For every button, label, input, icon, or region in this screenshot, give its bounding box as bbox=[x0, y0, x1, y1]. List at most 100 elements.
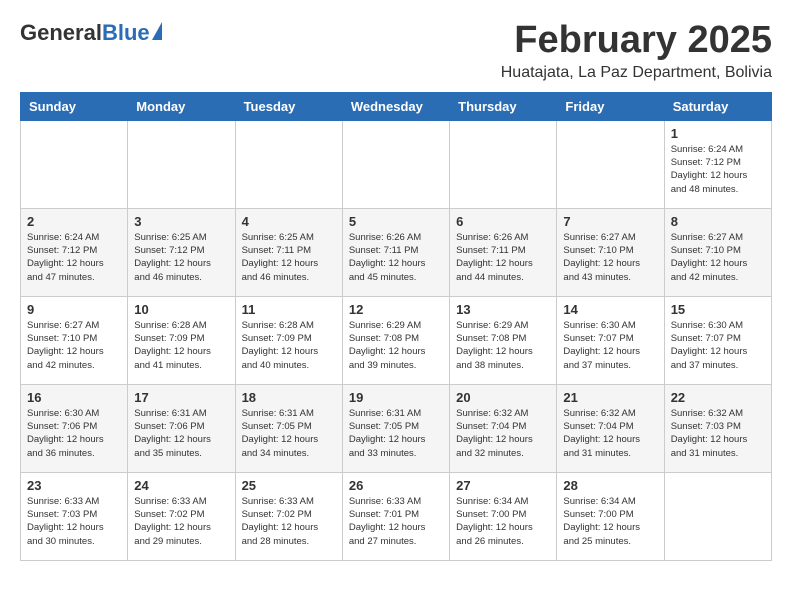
day-info: Sunrise: 6:31 AM Sunset: 7:05 PM Dayligh… bbox=[349, 407, 443, 460]
day-number: 8 bbox=[671, 214, 765, 229]
calendar-cell: 12 Sunrise: 6:29 AM Sunset: 7:08 PM Dayli… bbox=[342, 296, 449, 384]
day-info: Sunrise: 6:27 AM Sunset: 7:10 PM Dayligh… bbox=[27, 319, 121, 372]
calendar-header-row: SundayMondayTuesdayWednesdayThursdayFrid… bbox=[21, 92, 772, 120]
day-info: Sunrise: 6:29 AM Sunset: 7:08 PM Dayligh… bbox=[349, 319, 443, 372]
day-info: Sunrise: 6:29 AM Sunset: 7:08 PM Dayligh… bbox=[456, 319, 550, 372]
calendar-cell: 4 Sunrise: 6:25 AM Sunset: 7:11 PM Daylig… bbox=[235, 208, 342, 296]
day-number: 27 bbox=[456, 478, 550, 493]
day-number: 9 bbox=[27, 302, 121, 317]
weekday-header-friday: Friday bbox=[557, 92, 664, 120]
day-number: 13 bbox=[456, 302, 550, 317]
calendar-cell bbox=[450, 120, 557, 208]
calendar-cell: 5 Sunrise: 6:26 AM Sunset: 7:11 PM Daylig… bbox=[342, 208, 449, 296]
month-title: February 2025 bbox=[501, 20, 772, 62]
day-info: Sunrise: 6:25 AM Sunset: 7:11 PM Dayligh… bbox=[242, 231, 336, 284]
calendar-cell: 7Sunrise: 6:27 AM Sunset: 7:10 PM Daylig… bbox=[557, 208, 664, 296]
day-number: 26 bbox=[349, 478, 443, 493]
day-info: Sunrise: 6:24 AM Sunset: 7:12 PM Dayligh… bbox=[671, 143, 765, 196]
calendar-cell bbox=[21, 120, 128, 208]
calendar-week-3: 9 Sunrise: 6:27 AM Sunset: 7:10 PM Daylig… bbox=[21, 296, 772, 384]
calendar-cell: 2 Sunrise: 6:24 AM Sunset: 7:12 PM Daylig… bbox=[21, 208, 128, 296]
day-number: 1 bbox=[671, 126, 765, 141]
calendar-cell: 16 Sunrise: 6:30 AM Sunset: 7:06 PM Dayli… bbox=[21, 384, 128, 472]
day-info: Sunrise: 6:33 AM Sunset: 7:02 PM Dayligh… bbox=[134, 495, 228, 548]
day-number: 11 bbox=[242, 302, 336, 317]
logo-general-text: General bbox=[20, 20, 102, 46]
day-info: Sunrise: 6:33 AM Sunset: 7:02 PM Dayligh… bbox=[242, 495, 336, 548]
day-number: 21 bbox=[563, 390, 657, 405]
day-info: Sunrise: 6:25 AM Sunset: 7:12 PM Dayligh… bbox=[134, 231, 228, 284]
day-number: 12 bbox=[349, 302, 443, 317]
day-number: 23 bbox=[27, 478, 121, 493]
weekday-header-saturday: Saturday bbox=[664, 92, 771, 120]
calendar-cell: 6 Sunrise: 6:26 AM Sunset: 7:11 PM Daylig… bbox=[450, 208, 557, 296]
calendar-cell: 28 Sunrise: 6:34 AM Sunset: 7:00 PM Dayli… bbox=[557, 472, 664, 560]
day-info: Sunrise: 6:34 AM Sunset: 7:00 PM Dayligh… bbox=[456, 495, 550, 548]
calendar-cell: 22 Sunrise: 6:32 AM Sunset: 7:03 PM Dayli… bbox=[664, 384, 771, 472]
calendar-cell: 11 Sunrise: 6:28 AM Sunset: 7:09 PM Dayli… bbox=[235, 296, 342, 384]
calendar-week-2: 2 Sunrise: 6:24 AM Sunset: 7:12 PM Daylig… bbox=[21, 208, 772, 296]
day-info: Sunrise: 6:24 AM Sunset: 7:12 PM Dayligh… bbox=[27, 231, 121, 284]
weekday-header-tuesday: Tuesday bbox=[235, 92, 342, 120]
location-subtitle: Huatajata, La Paz Department, Bolivia bbox=[501, 64, 772, 82]
day-info: Sunrise: 6:28 AM Sunset: 7:09 PM Dayligh… bbox=[242, 319, 336, 372]
calendar-cell: 3 Sunrise: 6:25 AM Sunset: 7:12 PM Daylig… bbox=[128, 208, 235, 296]
calendar-week-1: 1 Sunrise: 6:24 AM Sunset: 7:12 PM Daylig… bbox=[21, 120, 772, 208]
day-info: Sunrise: 6:31 AM Sunset: 7:06 PM Dayligh… bbox=[134, 407, 228, 460]
calendar-cell: 24 Sunrise: 6:33 AM Sunset: 7:02 PM Dayli… bbox=[128, 472, 235, 560]
day-info: Sunrise: 6:26 AM Sunset: 7:11 PM Dayligh… bbox=[349, 231, 443, 284]
calendar-cell: 9 Sunrise: 6:27 AM Sunset: 7:10 PM Daylig… bbox=[21, 296, 128, 384]
calendar-cell: 19 Sunrise: 6:31 AM Sunset: 7:05 PM Dayli… bbox=[342, 384, 449, 472]
logo-triangle-icon bbox=[152, 22, 162, 40]
day-number: 28 bbox=[563, 478, 657, 493]
calendar-cell: 20 Sunrise: 6:32 AM Sunset: 7:04 PM Dayli… bbox=[450, 384, 557, 472]
day-info: Sunrise: 6:26 AM Sunset: 7:11 PM Dayligh… bbox=[456, 231, 550, 284]
calendar-cell: 26 Sunrise: 6:33 AM Sunset: 7:01 PM Dayli… bbox=[342, 472, 449, 560]
day-number: 16 bbox=[27, 390, 121, 405]
day-number: 20 bbox=[456, 390, 550, 405]
calendar-cell: 8 Sunrise: 6:27 AM Sunset: 7:10 PM Daylig… bbox=[664, 208, 771, 296]
day-number: 5 bbox=[349, 214, 443, 229]
day-number: 2 bbox=[27, 214, 121, 229]
calendar-cell: 10Sunrise: 6:28 AM Sunset: 7:09 PM Dayli… bbox=[128, 296, 235, 384]
calendar-cell bbox=[664, 472, 771, 560]
calendar-cell: 18 Sunrise: 6:31 AM Sunset: 7:05 PM Dayli… bbox=[235, 384, 342, 472]
day-number: 19 bbox=[349, 390, 443, 405]
day-info: Sunrise: 6:32 AM Sunset: 7:04 PM Dayligh… bbox=[456, 407, 550, 460]
day-info: Sunrise: 6:33 AM Sunset: 7:01 PM Dayligh… bbox=[349, 495, 443, 548]
page-header: General Blue February 2025 Huatajata, La… bbox=[20, 20, 772, 82]
day-number: 25 bbox=[242, 478, 336, 493]
calendar-cell: 21Sunrise: 6:32 AM Sunset: 7:04 PM Dayli… bbox=[557, 384, 664, 472]
calendar-week-5: 23 Sunrise: 6:33 AM Sunset: 7:03 PM Dayli… bbox=[21, 472, 772, 560]
calendar-week-4: 16 Sunrise: 6:30 AM Sunset: 7:06 PM Dayli… bbox=[21, 384, 772, 472]
day-info: Sunrise: 6:27 AM Sunset: 7:10 PM Dayligh… bbox=[671, 231, 765, 284]
day-number: 22 bbox=[671, 390, 765, 405]
day-info: Sunrise: 6:34 AM Sunset: 7:00 PM Dayligh… bbox=[563, 495, 657, 548]
day-info: Sunrise: 6:30 AM Sunset: 7:06 PM Dayligh… bbox=[27, 407, 121, 460]
day-info: Sunrise: 6:31 AM Sunset: 7:05 PM Dayligh… bbox=[242, 407, 336, 460]
day-number: 24 bbox=[134, 478, 228, 493]
weekday-header-sunday: Sunday bbox=[21, 92, 128, 120]
calendar-cell: 1 Sunrise: 6:24 AM Sunset: 7:12 PM Daylig… bbox=[664, 120, 771, 208]
day-number: 6 bbox=[456, 214, 550, 229]
calendar-cell bbox=[128, 120, 235, 208]
title-block: February 2025 Huatajata, La Paz Departme… bbox=[501, 20, 772, 82]
logo: General Blue bbox=[20, 20, 162, 46]
logo-blue-text: Blue bbox=[102, 20, 150, 46]
day-number: 15 bbox=[671, 302, 765, 317]
day-number: 17 bbox=[134, 390, 228, 405]
day-number: 14 bbox=[563, 302, 657, 317]
day-info: Sunrise: 6:27 AM Sunset: 7:10 PM Dayligh… bbox=[563, 231, 657, 284]
day-info: Sunrise: 6:32 AM Sunset: 7:03 PM Dayligh… bbox=[671, 407, 765, 460]
calendar-cell: 14Sunrise: 6:30 AM Sunset: 7:07 PM Dayli… bbox=[557, 296, 664, 384]
day-number: 3 bbox=[134, 214, 228, 229]
weekday-header-monday: Monday bbox=[128, 92, 235, 120]
weekday-header-wednesday: Wednesday bbox=[342, 92, 449, 120]
day-number: 18 bbox=[242, 390, 336, 405]
calendar-cell bbox=[342, 120, 449, 208]
day-info: Sunrise: 6:33 AM Sunset: 7:03 PM Dayligh… bbox=[27, 495, 121, 548]
calendar-cell bbox=[235, 120, 342, 208]
day-number: 4 bbox=[242, 214, 336, 229]
calendar-cell: 27 Sunrise: 6:34 AM Sunset: 7:00 PM Dayli… bbox=[450, 472, 557, 560]
calendar-cell bbox=[557, 120, 664, 208]
